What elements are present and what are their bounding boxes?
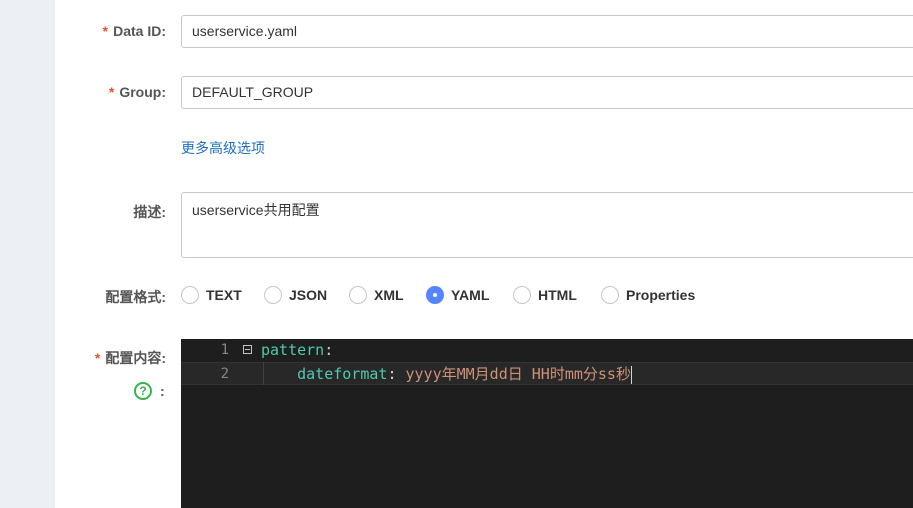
- yaml-colon: :: [324, 341, 334, 359]
- required-marker: *: [102, 23, 109, 39]
- group-input[interactable]: DEFAULT_GROUP: [181, 76, 913, 109]
- required-marker: *: [108, 84, 115, 100]
- editor-line-active: 2 dateformat: yyyy年MM月dd日 HH时mm分ss秒: [181, 362, 913, 385]
- data-id-input[interactable]: userservice.yaml: [181, 15, 913, 48]
- radio-circle[interactable]: [349, 286, 367, 304]
- radio-properties[interactable]: Properties: [601, 284, 695, 306]
- line-number: 1: [220, 342, 229, 358]
- required-marker: *: [94, 350, 101, 366]
- content-label: * 配置内容:: [94, 350, 166, 366]
- yaml-key: dateformat: [297, 365, 388, 383]
- code-line: dateformat: yyyy年MM月dd日 HH时mm分ss秒: [261, 363, 632, 386]
- indent-guide: [263, 362, 264, 385]
- editor-line: 1 pattern:: [181, 339, 913, 362]
- radio-circle-selected[interactable]: [426, 286, 444, 304]
- radio-html[interactable]: HTML: [513, 284, 577, 306]
- group-label: * Group:: [108, 84, 166, 100]
- advanced-options-link[interactable]: 更多高级选项: [181, 138, 265, 158]
- radio-circle[interactable]: [181, 286, 199, 304]
- yaml-value: yyyy年MM月dd日 HH时mm分ss秒: [405, 365, 631, 383]
- radio-json[interactable]: JSON: [264, 284, 327, 306]
- radio-yaml[interactable]: YAML: [426, 284, 489, 306]
- code-editor[interactable]: 1 pattern: 2 dateformat: yyyy年MM月dd日 HH时…: [181, 339, 913, 508]
- question-circle-icon[interactable]: ?: [134, 382, 152, 400]
- data-id-label: * Data ID:: [102, 23, 166, 39]
- description-label: 描述:: [133, 204, 166, 220]
- radio-xml[interactable]: XML: [349, 284, 404, 306]
- fold-toggle-icon[interactable]: [243, 345, 252, 354]
- radio-text[interactable]: TEXT: [181, 284, 242, 306]
- help-colon: :: [160, 383, 165, 399]
- radio-circle[interactable]: [264, 286, 282, 304]
- left-sidebar-gutter: [0, 0, 55, 508]
- text-cursor: [630, 365, 632, 384]
- yaml-colon: :: [387, 365, 406, 383]
- description-textarea[interactable]: userservice共用配置: [181, 192, 913, 258]
- format-label: 配置格式:: [105, 289, 166, 305]
- radio-circle[interactable]: [513, 286, 531, 304]
- yaml-key: pattern: [261, 341, 325, 359]
- code-line: pattern:: [261, 339, 333, 362]
- radio-circle[interactable]: [601, 286, 619, 304]
- line-number: 2: [220, 366, 229, 382]
